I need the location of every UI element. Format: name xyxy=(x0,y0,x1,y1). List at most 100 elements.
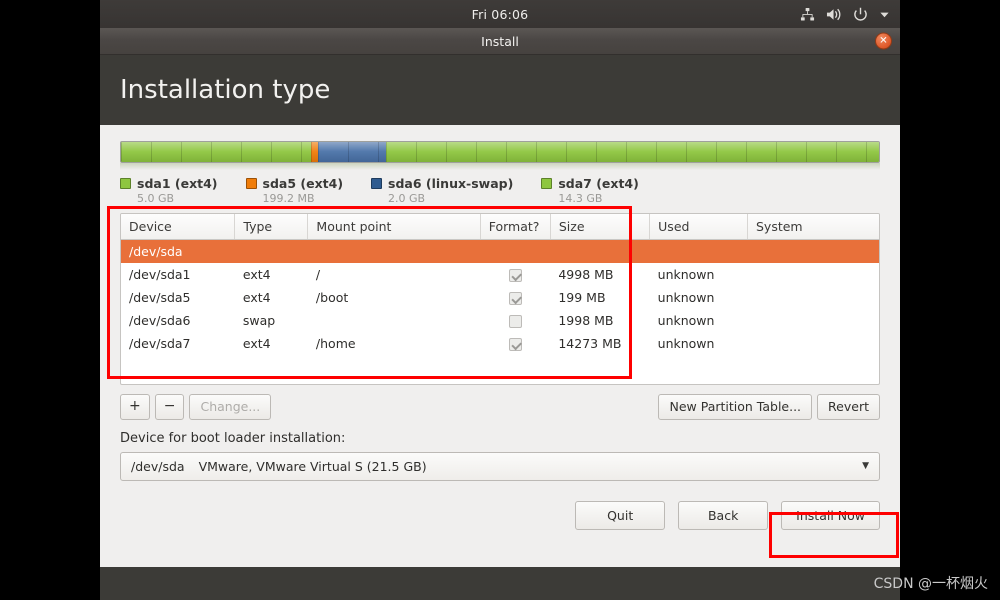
column-header-type[interactable]: Type xyxy=(234,214,309,240)
partition-used: unknown xyxy=(657,335,715,351)
legend-size: 199.2 MB xyxy=(262,192,315,205)
window-content: sda1 (ext4) 5.0 GB sda5 (ext4) 199.2 MB sda6… xyxy=(100,125,900,567)
partition-segment-sda7[interactable] xyxy=(385,142,879,162)
left-button-group: + − Change... xyxy=(120,394,272,420)
clock[interactable]: Fri 06:06 xyxy=(472,7,529,22)
partition-size: 1998 MB xyxy=(558,312,614,328)
remove-partition-button[interactable]: − xyxy=(154,394,185,420)
partition-used: unknown xyxy=(657,289,715,305)
legend-size: 2.0 GB xyxy=(388,192,426,205)
column-header-system[interactable]: System xyxy=(747,214,879,240)
bootloader-label: Device for boot loader installation: xyxy=(120,430,346,446)
screen: Fri 06:06 Install ✕ Installation type sd… xyxy=(0,0,1000,600)
legend-swatch xyxy=(120,178,131,189)
partition-type: ext4 xyxy=(242,335,271,351)
right-button-group: New Partition Table... Revert xyxy=(658,394,880,420)
checkbox-checked-icon[interactable] xyxy=(508,268,522,282)
partition-mount-point: / xyxy=(315,266,321,282)
desktop-left-margin xyxy=(0,0,100,600)
partition-mount-point: /home xyxy=(315,335,356,351)
legend-size: 5.0 GB xyxy=(137,192,175,205)
column-header-format[interactable]: Format? xyxy=(480,214,551,240)
disk-row[interactable]: /dev/sda xyxy=(121,239,879,263)
partition-segment-sda5[interactable] xyxy=(311,142,319,162)
partition-mount-point: /boot xyxy=(315,289,349,305)
bootloader-device-name: /dev/sda xyxy=(131,458,185,474)
page-title: Installation type xyxy=(120,75,331,105)
footer-buttons: Quit Back Install Now xyxy=(120,500,880,531)
partition-used: unknown xyxy=(657,266,715,282)
partition-device: /dev/sda1 xyxy=(129,266,191,282)
chevron-down-icon[interactable] xyxy=(879,9,890,20)
legend-swatch xyxy=(245,178,257,189)
table-row[interactable]: /dev/sda1 ext4 / 4998 MB unknown xyxy=(121,263,879,286)
checkbox-unchecked-icon[interactable] xyxy=(508,314,522,328)
partition-mount-point xyxy=(308,309,480,332)
install-now-button[interactable]: Install Now xyxy=(781,500,880,531)
legend-label: sda1 (ext4) xyxy=(137,176,218,191)
partition-type: ext4 xyxy=(242,289,271,305)
window-titlebar[interactable]: Install ✕ xyxy=(100,28,900,55)
close-icon[interactable]: ✕ xyxy=(875,32,892,50)
desktop-top-panel: Fri 06:06 xyxy=(100,0,900,28)
legend-label: sda6 (linux-swap) xyxy=(388,176,514,191)
change-partition-button[interactable]: Change... xyxy=(189,394,272,420)
partition-size: 4998 MB xyxy=(558,266,614,282)
desktop-bottom-area xyxy=(100,567,900,600)
column-header-size[interactable]: Size xyxy=(550,214,651,240)
table-row[interactable]: /dev/sda5 ext4/boot 199 MB unknown xyxy=(121,286,879,309)
column-header-device[interactable]: Device xyxy=(121,214,236,240)
partition-bar-section: sda1 (ext4) 5.0 GB sda5 (ext4) 199.2 MB sda6… xyxy=(120,125,880,205)
chevron-down-icon[interactable]: ▼ xyxy=(862,461,869,471)
volume-icon[interactable] xyxy=(826,7,842,22)
partition-size: 199 MB xyxy=(558,289,606,305)
checkbox-checked-icon[interactable] xyxy=(508,291,522,305)
legend-size: 14.3 GB xyxy=(558,192,603,205)
legend-item-0: sda1 (ext4) 5.0 GB xyxy=(120,176,218,205)
disk-row-label: /dev/sda xyxy=(121,239,879,263)
watermark: CSDN @一杯烟火 xyxy=(873,576,988,592)
legend-swatch xyxy=(371,178,383,189)
format-checkbox-cell[interactable] xyxy=(480,286,550,309)
legend-label: sda5 (ext4) xyxy=(262,176,344,191)
partition-size: 14273 MB xyxy=(558,335,622,351)
partition-bar-shadow xyxy=(120,163,880,170)
window-title: Install xyxy=(481,33,519,49)
partition-segment-sda1[interactable] xyxy=(121,142,312,162)
power-icon[interactable] xyxy=(853,7,868,22)
checkbox-checked-icon[interactable] xyxy=(508,337,522,351)
partition-system xyxy=(748,309,880,332)
back-button[interactable]: Back xyxy=(678,500,769,531)
partition-table: Device Type Mount point Format? Size Used Syst… xyxy=(121,214,879,355)
partition-segment-sda6[interactable] xyxy=(318,142,386,162)
table-row[interactable]: /dev/sda6 swap 1998 MB unknown xyxy=(121,309,879,332)
segment-ticks xyxy=(121,142,312,162)
partition-table-container[interactable]: Device Type Mount point Format? Size Used Syst… xyxy=(120,213,880,385)
installer-window: Install ✕ Installation type sda1 (ext4) 5… xyxy=(100,28,900,567)
bootloader-device-select[interactable]: /dev/sda VMware, VMware Virtual S (21.5 … xyxy=(120,451,880,481)
legend-label: sda7 (ext4) xyxy=(558,176,639,191)
partition-bar[interactable] xyxy=(120,141,880,163)
partition-toolbar: + − Change... New Partition Table... Rev… xyxy=(120,394,880,420)
add-partition-button[interactable]: + xyxy=(120,394,150,420)
desktop-right-margin xyxy=(900,0,1000,600)
column-header-used[interactable]: Used xyxy=(649,214,748,240)
partition-device: /dev/sda7 xyxy=(129,335,191,351)
column-header-mount-point[interactable]: Mount point xyxy=(307,214,481,240)
revert-button[interactable]: Revert xyxy=(817,394,880,420)
legend-swatch xyxy=(541,178,553,189)
system-tray xyxy=(800,0,890,28)
format-checkbox-cell[interactable] xyxy=(480,263,550,286)
legend-item-3: sda7 (ext4) 14.3 GB xyxy=(541,176,639,205)
quit-button[interactable]: Quit xyxy=(575,500,666,531)
new-partition-table-button[interactable]: New Partition Table... xyxy=(658,394,813,420)
table-header-row: Device Type Mount point Format? Size Used Syst… xyxy=(121,214,879,240)
legend-item-2: sda6 (linux-swap) 2.0 GB xyxy=(371,176,513,205)
network-icon[interactable] xyxy=(800,7,815,22)
format-checkbox-cell[interactable] xyxy=(480,309,550,332)
table-body: /dev/sda/dev/sda1 ext4 / 4998 MB unknown/dev… xyxy=(121,239,879,355)
format-checkbox-cell[interactable] xyxy=(480,332,550,355)
partition-system xyxy=(748,263,880,286)
partition-type: ext4 xyxy=(242,266,271,282)
table-row[interactable]: /dev/sda7 ext4/home 14273 MB unknown xyxy=(121,332,879,355)
